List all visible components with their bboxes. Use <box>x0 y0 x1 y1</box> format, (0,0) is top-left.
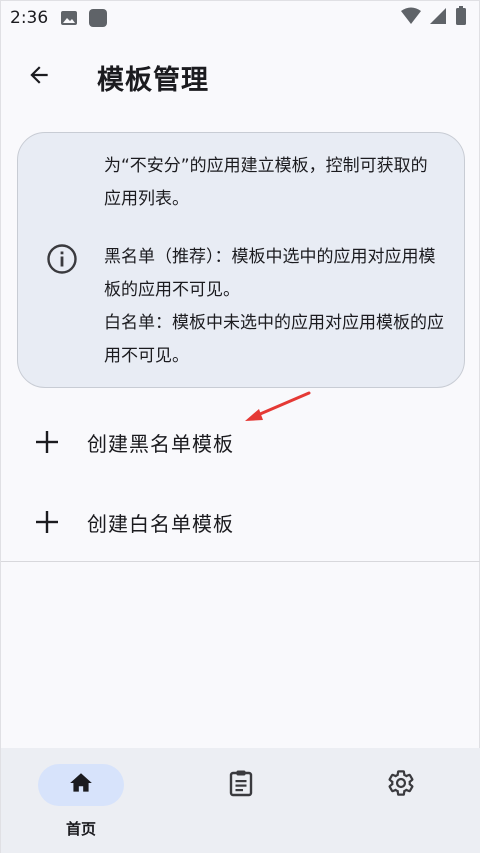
create-whitelist-label: 创建白名单模板 <box>87 511 234 536</box>
page-title: 模板管理 <box>97 64 209 96</box>
arrow-back-icon <box>26 62 52 92</box>
status-indicators <box>401 6 467 30</box>
clipboard-icon <box>228 769 254 801</box>
bottom-navigation: 首页 <box>1 748 480 853</box>
nav-item-home[interactable]: 首页 <box>38 764 124 839</box>
create-blacklist-template-button[interactable]: 创建黑名单模板 <box>1 406 480 478</box>
wifi-icon <box>401 7 421 29</box>
create-blacklist-label: 创建黑名单模板 <box>87 431 234 456</box>
status-time: 2:36 <box>10 8 49 28</box>
nav-item-settings[interactable] <box>371 764 431 806</box>
signal-icon <box>429 7 447 29</box>
back-button[interactable] <box>15 53 63 101</box>
whitelist-description: 白名单：模板中未选中的应用对应用模板的应用不可见。 <box>104 313 444 366</box>
nav-selected-indicator <box>38 764 124 806</box>
nav-label-home: 首页 <box>65 820 96 838</box>
image-icon <box>60 9 78 27</box>
gear-icon <box>387 769 415 801</box>
blacklist-description: 黑名单（推荐）：模板中选中的应用对应用模板的应用不可见。 <box>104 247 436 300</box>
info-card: 为“不安分”的应用建立模板，控制可获取的应用列表。 黑名单（推荐）：模板中选中的… <box>17 132 465 388</box>
plus-icon <box>34 509 60 535</box>
info-intro-text: 为“不安分”的应用建立模板，控制可获取的应用列表。 <box>104 156 428 209</box>
info-icon <box>46 243 78 279</box>
app-screen: 2:36 模板管理 为“不安分”的应用建立模板，控制可获取的应用列表。 黑名单（… <box>0 0 480 853</box>
status-bar: 2:36 <box>1 1 480 35</box>
nav-item-templates[interactable] <box>211 764 271 806</box>
plus-icon <box>34 429 60 455</box>
home-icon <box>68 770 94 800</box>
top-app-bar: 模板管理 <box>1 45 480 109</box>
create-whitelist-template-button[interactable]: 创建白名单模板 <box>1 486 480 558</box>
divider <box>1 561 480 562</box>
app-square-icon <box>88 8 108 28</box>
battery-icon <box>455 6 467 30</box>
